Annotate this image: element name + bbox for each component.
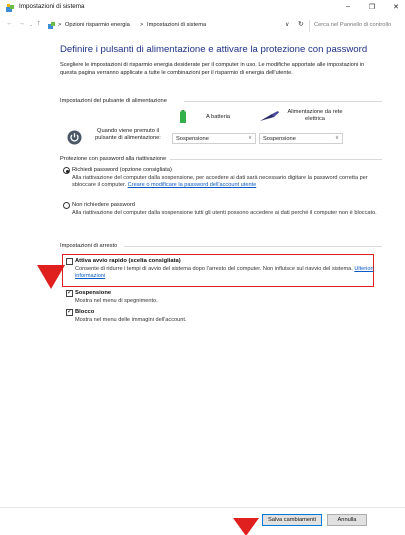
maximize-button[interactable]: ❐ xyxy=(364,3,380,11)
fast-startup-description: Consente di ridurre i tempi di avvio del… xyxy=(75,266,375,281)
ac-action-select[interactable]: Sospensione ∨ xyxy=(259,133,343,144)
breadcrumb-separator: > xyxy=(58,22,62,28)
section-divider xyxy=(170,159,382,160)
sleep-checkbox[interactable]: ✓ xyxy=(66,289,73,297)
no-password-description: Alla riattivazione del computer dalla so… xyxy=(72,210,377,216)
back-button[interactable]: ← xyxy=(6,20,13,27)
change-password-link[interactable]: Creare o modificare la password dell'acc… xyxy=(128,182,257,188)
no-password-label[interactable]: Non richiedere password xyxy=(72,202,135,208)
power-button-row-label: Quando viene premuto il pulsante di alim… xyxy=(95,128,161,142)
power-button-icon xyxy=(67,130,82,145)
red-arrow-annotation xyxy=(37,265,65,289)
breadcrumb-system-settings[interactable]: Impostazioni di sistema xyxy=(147,22,206,28)
sleep-label[interactable]: Sospensione xyxy=(75,290,111,296)
power-button-section-title: Impostazioni del pulsante di alimentazio… xyxy=(60,98,167,104)
search-placeholder: Cerca nel Pannello di controllo xyxy=(314,22,392,28)
require-password-label[interactable]: Richiedi password (opzione consigliata) xyxy=(72,167,172,173)
fast-startup-description-text: Consente di ridurre i tempi di avvio del… xyxy=(75,266,353,272)
breadcrumb-separator: > xyxy=(140,22,144,28)
require-password-description: Alla riattivazione del computer dalla so… xyxy=(72,175,382,190)
lock-label[interactable]: Blocco xyxy=(75,309,94,315)
refresh-button[interactable]: ↻ xyxy=(298,20,304,28)
battery-action-select[interactable]: Sospensione ∨ xyxy=(172,133,256,144)
control-panel-small-icon xyxy=(48,22,55,29)
address-dropdown-button[interactable]: ∨ xyxy=(285,21,289,28)
ac-action-value: Sospensione xyxy=(263,136,296,142)
radio-selected-dot xyxy=(65,169,69,173)
chevron-down-icon: ∨ xyxy=(334,135,339,141)
no-password-radio[interactable] xyxy=(63,202,70,209)
chevron-down-icon: ∨ xyxy=(247,135,252,141)
footer-divider xyxy=(0,507,405,508)
shutdown-section-title: Impostazioni di arresto xyxy=(60,243,118,249)
check-icon: ✓ xyxy=(67,308,73,315)
search-input[interactable]: Cerca nel Pannello di controllo xyxy=(309,20,405,32)
page-intro: Scegliere le impostazioni di risparmio e… xyxy=(60,62,365,76)
fast-startup-label[interactable]: Attiva avvio rapido (scelta consigliata) xyxy=(75,258,181,264)
window-title: Impostazioni di sistema xyxy=(19,3,85,10)
section-divider xyxy=(124,246,382,247)
control-panel-icon xyxy=(6,4,14,12)
battery-action-value: Sospensione xyxy=(176,136,209,142)
cancel-button[interactable]: Annulla xyxy=(327,514,367,526)
check-icon: ✓ xyxy=(67,289,73,296)
ac-power-column-label: Alimentazione da rete elettrica xyxy=(287,109,343,122)
section-divider xyxy=(184,101,382,102)
power-plug-icon xyxy=(260,111,279,121)
minimize-button[interactable]: – xyxy=(340,3,356,10)
breadcrumb-power-options[interactable]: Opzioni risparmio energia xyxy=(65,22,130,28)
battery-icon xyxy=(180,110,186,123)
title-bar: Impostazioni di sistema – ❐ ✕ xyxy=(0,0,405,17)
address-bar: ← → ⌄ ↑ > Opzioni risparmio energia > Im… xyxy=(0,19,405,33)
password-section-title: Protezione con password alla riattivazio… xyxy=(60,156,167,162)
sleep-description: Mostra nel menu di spegnimento. xyxy=(75,298,158,304)
up-button[interactable]: ↑ xyxy=(37,20,41,27)
battery-column-label: A batteria xyxy=(206,114,231,120)
fast-startup-checkbox[interactable] xyxy=(66,258,73,265)
page-title: Definire i pulsanti di alimentazione e a… xyxy=(60,44,368,55)
require-password-radio[interactable] xyxy=(63,167,70,174)
red-arrow-annotation xyxy=(233,518,259,535)
save-changes-button[interactable]: Salva cambiamenti xyxy=(262,514,322,526)
recent-locations-button[interactable]: ⌄ xyxy=(29,22,33,28)
close-button[interactable]: ✕ xyxy=(388,3,404,11)
lock-checkbox[interactable]: ✓ xyxy=(66,308,73,316)
lock-description: Mostra nel menu delle immagini dell'acco… xyxy=(75,317,187,323)
forward-button[interactable]: → xyxy=(18,20,25,27)
